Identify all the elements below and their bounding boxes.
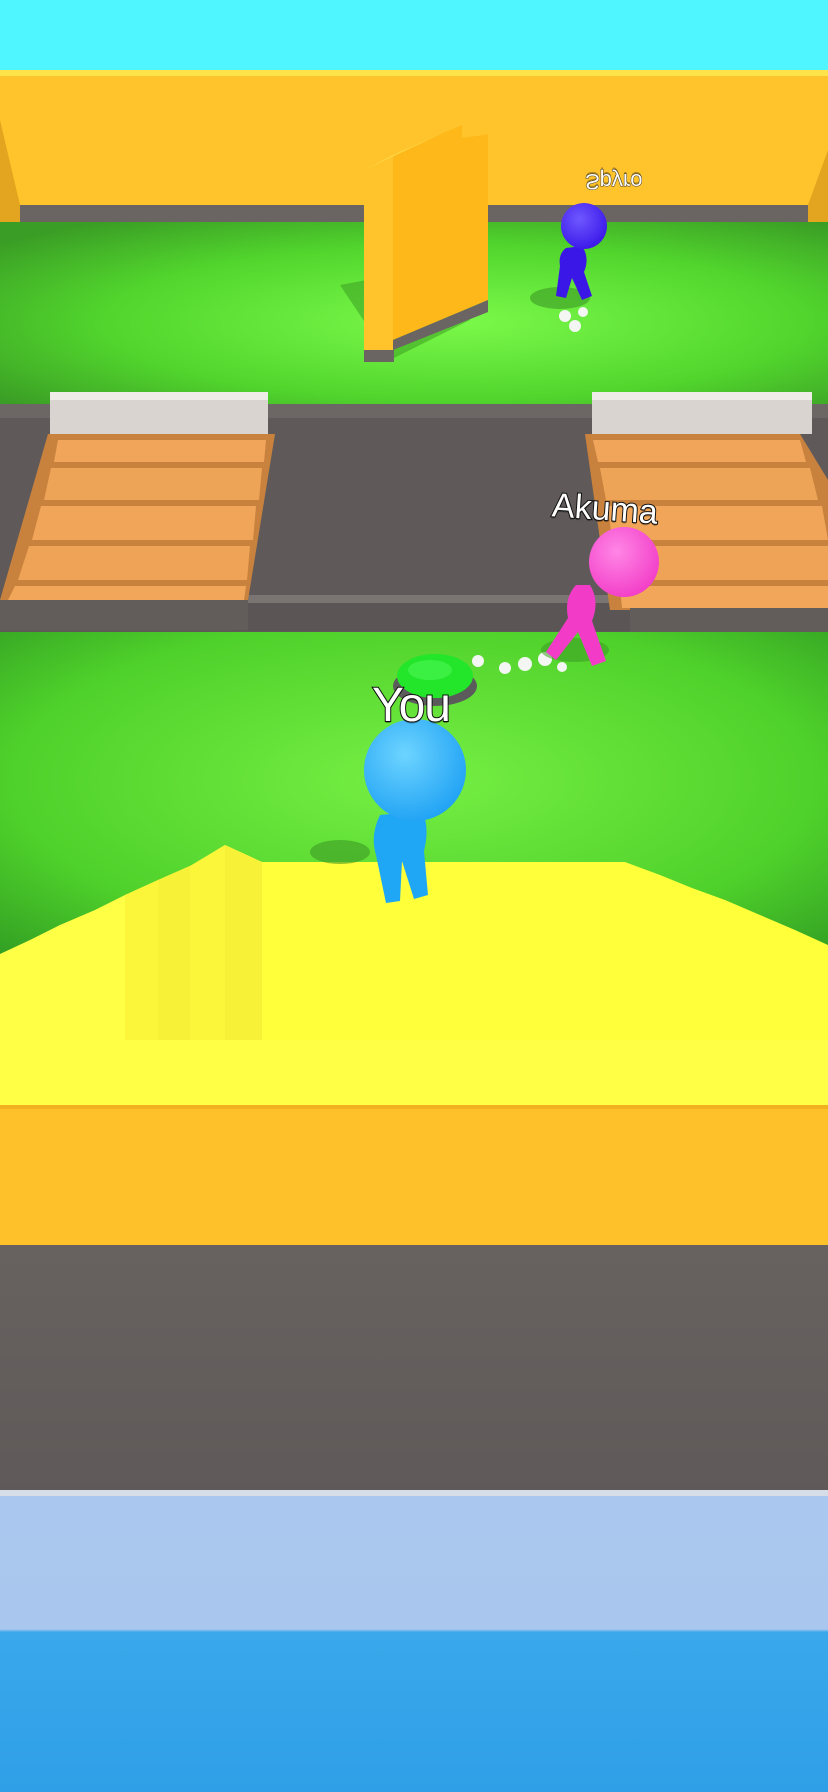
- water: [0, 1496, 828, 1792]
- player-name-you: You: [371, 678, 452, 733]
- player-name-akuma: Akuma: [550, 485, 660, 532]
- yellow-stairs-platform: [0, 840, 828, 1245]
- sky: [0, 0, 828, 70]
- player-name-spyro: Spyro: [585, 169, 643, 195]
- game-scene: [0, 0, 828, 1792]
- lower-floor: [0, 1245, 828, 1495]
